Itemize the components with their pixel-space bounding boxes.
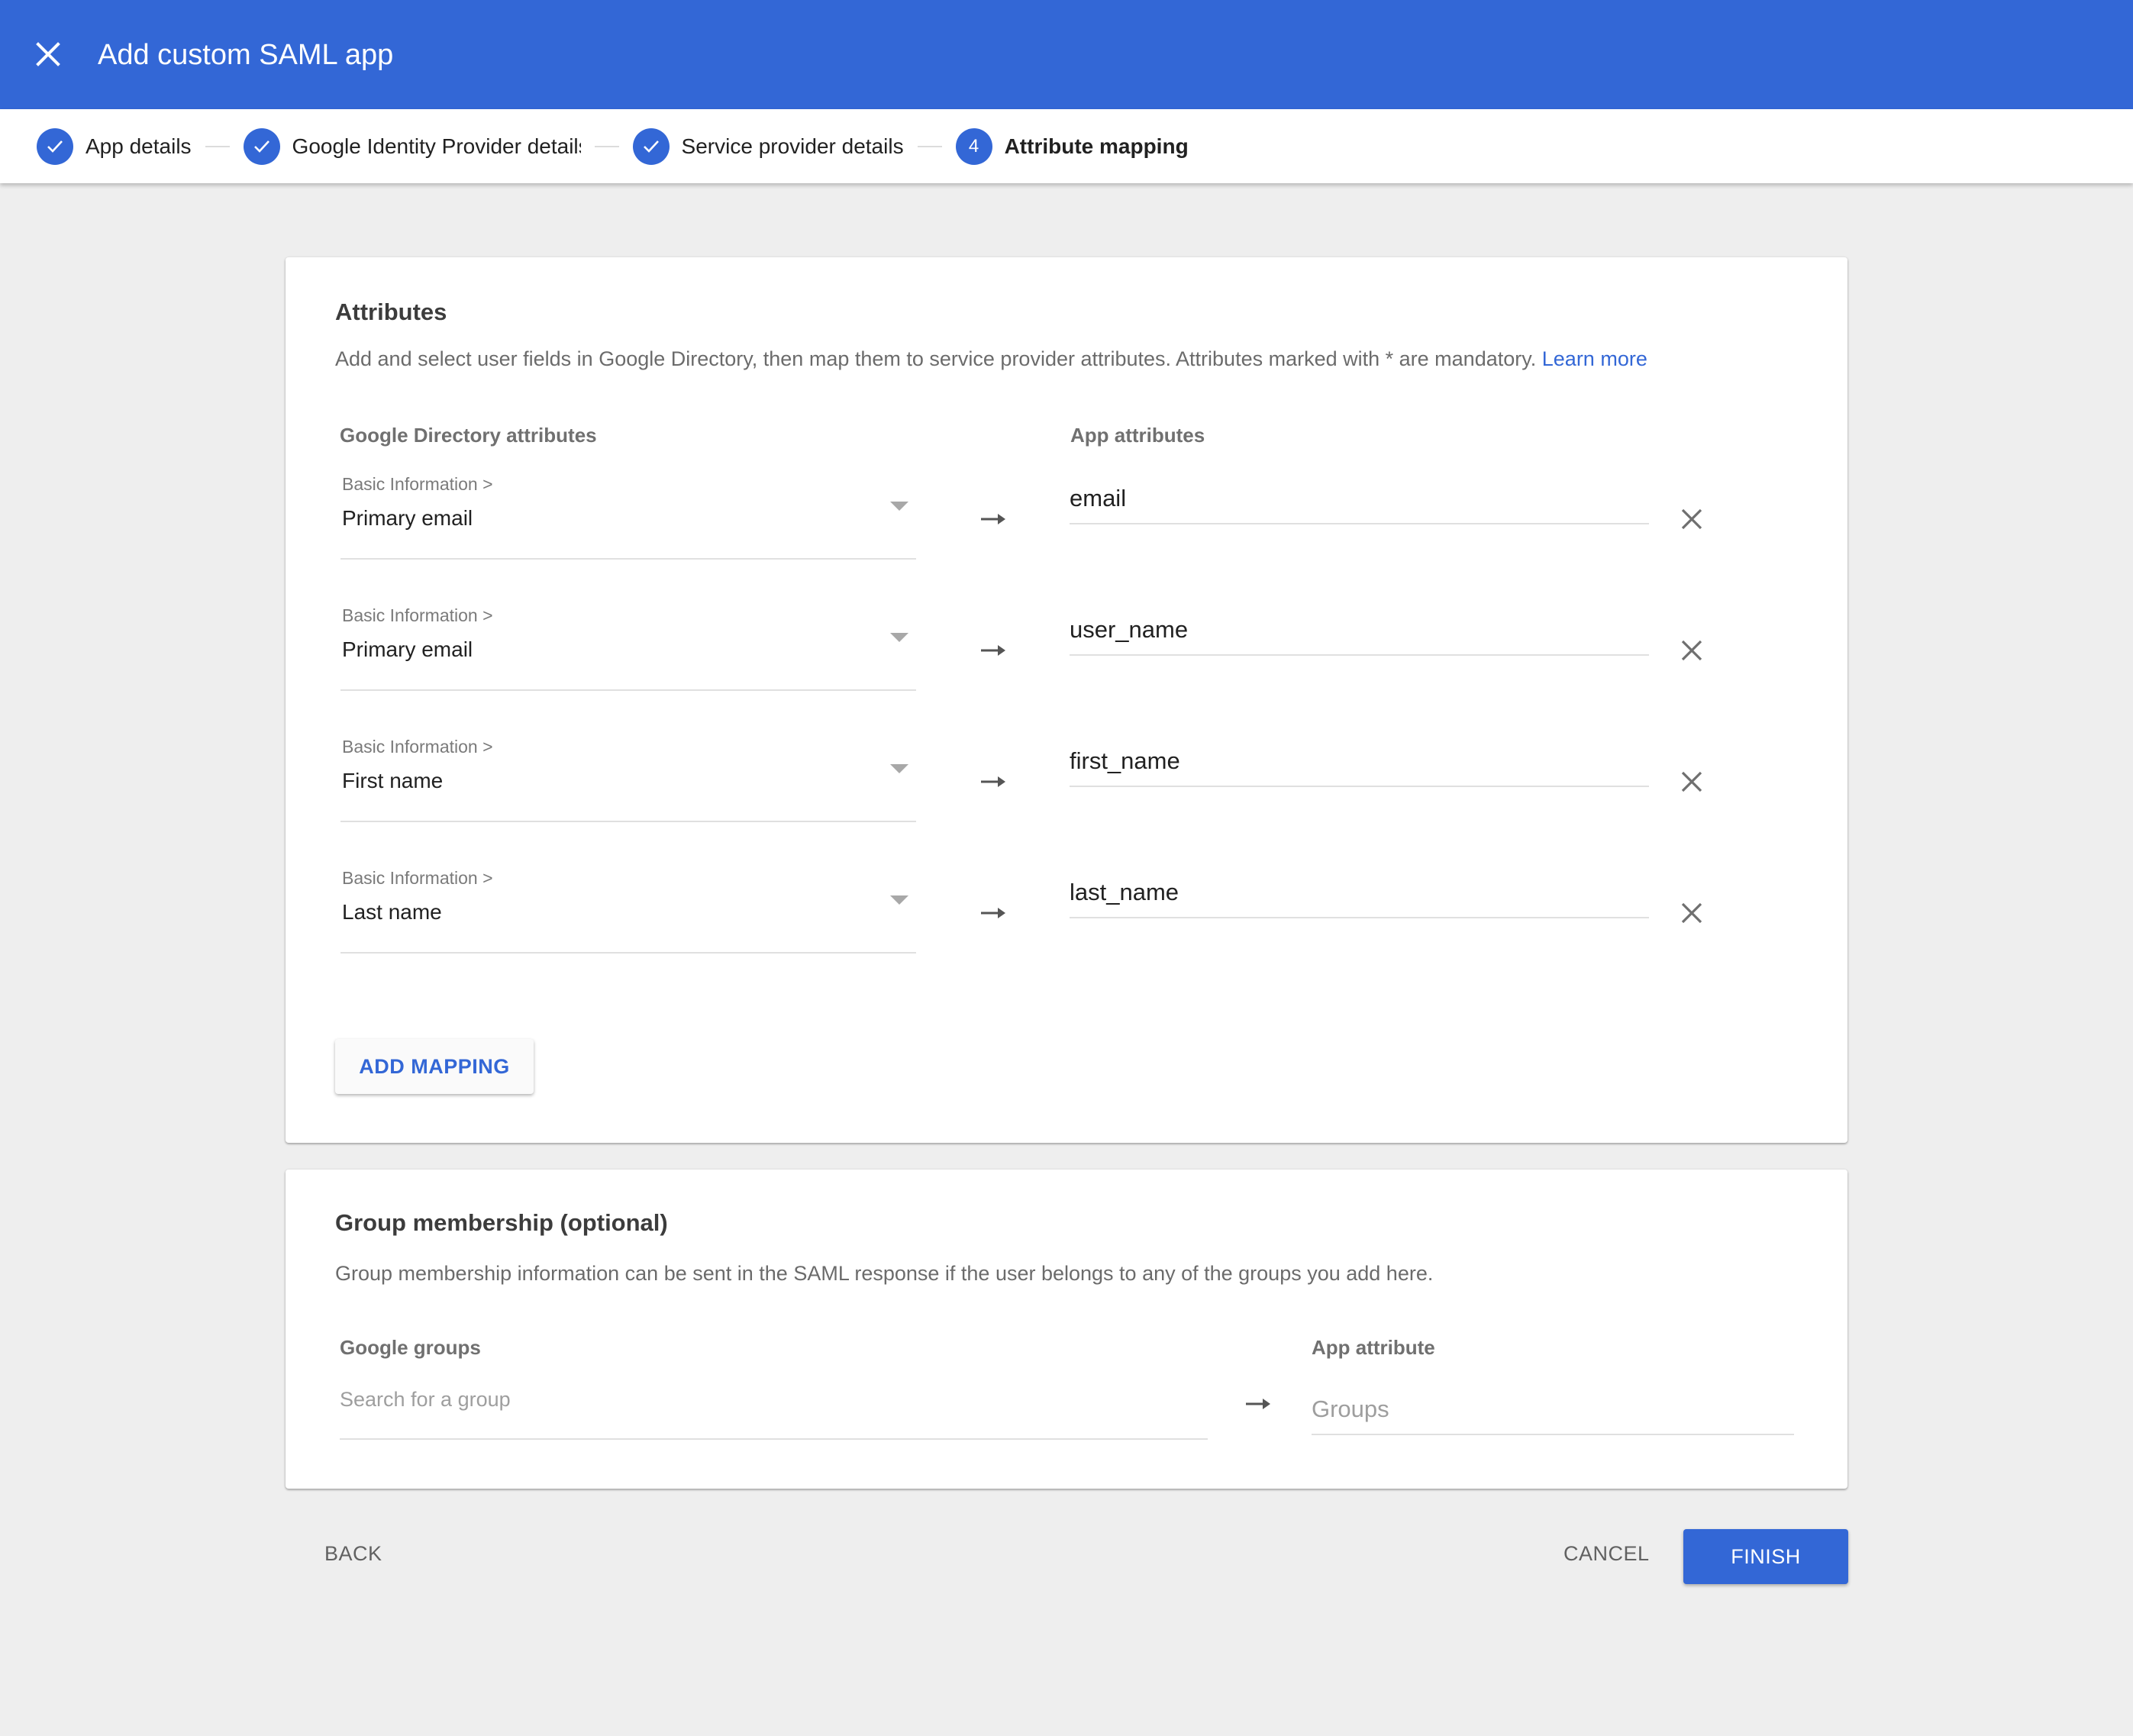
- mapping-row: Basic Information > Last name last_name: [286, 868, 1847, 990]
- step-label: Google Identity Provider details: [292, 134, 581, 158]
- page-title: Add custom SAML app: [98, 39, 394, 71]
- step-label: Service provider details: [681, 134, 904, 158]
- step-number: 4: [955, 127, 992, 165]
- arrow-right-icon: [981, 644, 1007, 657]
- check-icon: [37, 127, 73, 165]
- step-connector: [594, 145, 619, 147]
- arrow-right-icon: [1246, 1397, 1272, 1411]
- cancel-button[interactable]: CANCEL: [1563, 1542, 1650, 1566]
- mapping-row: Basic Information > First name first_nam…: [286, 737, 1847, 859]
- step-attribute-mapping[interactable]: 4 Attribute mapping: [955, 127, 1189, 165]
- group-membership-title: Group membership (optional): [335, 1209, 668, 1236]
- attribute-category: Basic Information >: [342, 737, 493, 757]
- google-groups-header: Google groups: [340, 1336, 481, 1359]
- step-idp-details[interactable]: Google Identity Provider details: [243, 127, 581, 165]
- group-membership-card: Group membership (optional) Group member…: [286, 1170, 1847, 1489]
- directory-attribute-dropdown[interactable]: Basic Information > Primary email: [340, 474, 916, 560]
- attribute-value: First name: [342, 769, 444, 792]
- attribute-category: Basic Information >: [342, 868, 493, 888]
- directory-attribute-dropdown[interactable]: Basic Information > First name: [340, 737, 916, 822]
- mapping-row: Basic Information > Primary email user_n…: [286, 605, 1847, 728]
- step-connector: [205, 145, 230, 147]
- attribute-category: Basic Information >: [342, 605, 493, 625]
- app-attribute-input[interactable]: email: [1070, 479, 1649, 524]
- group-membership-description: Group membership information can be sent…: [335, 1262, 1434, 1285]
- step-connector: [917, 145, 942, 147]
- back-button[interactable]: BACK: [324, 1542, 382, 1566]
- dropdown-caret-icon: [890, 633, 908, 642]
- attribute-value: Primary email: [342, 506, 473, 530]
- directory-attribute-dropdown[interactable]: Basic Information > Primary email: [340, 605, 916, 691]
- add-mapping-button[interactable]: ADD MAPPING: [335, 1039, 534, 1094]
- app-attributes-header: App attributes: [1070, 424, 1205, 447]
- remove-mapping-icon[interactable]: [1680, 770, 1703, 793]
- arrow-right-icon: [981, 512, 1007, 526]
- attributes-description-text: Add and select user fields in Google Dir…: [335, 347, 1537, 370]
- dropdown-caret-icon: [890, 502, 908, 511]
- groups-app-attribute-input[interactable]: Groups: [1312, 1389, 1794, 1435]
- check-icon: [632, 127, 670, 165]
- app-attribute-header: App attribute: [1312, 1336, 1435, 1359]
- stepper: App details Google Identity Provider det…: [0, 109, 2133, 183]
- attributes-card: Attributes Add and select user fields in…: [286, 257, 1847, 1143]
- app-attribute-input[interactable]: last_name: [1070, 873, 1649, 918]
- remove-mapping-icon[interactable]: [1680, 639, 1703, 662]
- remove-mapping-icon[interactable]: [1680, 508, 1703, 531]
- attribute-value: Last name: [342, 900, 442, 924]
- google-directory-attributes-header: Google Directory attributes: [340, 424, 597, 447]
- remove-mapping-icon[interactable]: [1680, 902, 1703, 924]
- finish-button[interactable]: FINISH: [1683, 1529, 1848, 1584]
- step-app-details[interactable]: App details: [37, 127, 192, 165]
- arrow-right-icon: [981, 906, 1007, 920]
- group-search-input[interactable]: Search for a group: [340, 1382, 1208, 1440]
- dropdown-caret-icon: [890, 895, 908, 905]
- arrow-right-icon: [981, 775, 1007, 789]
- app-attribute-input[interactable]: user_name: [1070, 610, 1649, 656]
- app-attribute-input[interactable]: first_name: [1070, 741, 1649, 787]
- attribute-value: Primary email: [342, 637, 473, 661]
- attributes-title: Attributes: [335, 298, 447, 325]
- dropdown-caret-icon: [890, 764, 908, 773]
- mapping-row: Basic Information > Primary email email: [286, 474, 1847, 596]
- step-service-provider-details[interactable]: Service provider details: [632, 127, 904, 165]
- attribute-category: Basic Information >: [342, 474, 493, 494]
- close-icon[interactable]: [34, 40, 63, 69]
- step-label: Attribute mapping: [1004, 134, 1189, 158]
- directory-attribute-dropdown[interactable]: Basic Information > Last name: [340, 868, 916, 954]
- step-label: App details: [86, 134, 192, 158]
- learn-more-link[interactable]: Learn more: [1542, 347, 1647, 370]
- attributes-description: Add and select user fields in Google Dir…: [335, 347, 1647, 371]
- app-bar: Add custom SAML app: [0, 0, 2133, 109]
- check-icon: [243, 127, 280, 165]
